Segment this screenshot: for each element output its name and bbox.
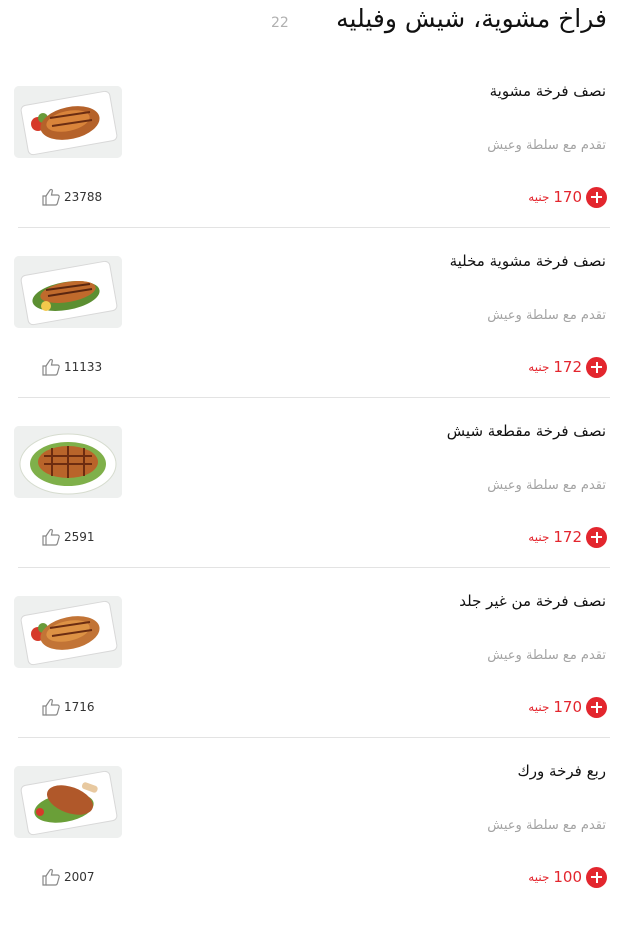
menu-item[interactable]: نصف فرخة مقطعة شيش تقدم مع سلطة وعيش 172… [0, 422, 625, 596]
currency-label: جنيه [528, 190, 550, 204]
section-header: فراخ مشوية، شيش وفيليه 22 [0, 0, 625, 60]
like-count: 2591 [64, 530, 95, 544]
menu-item[interactable]: نصف فرخة مشوية مخلية تقدم مع سلطة وعيش 1… [0, 252, 625, 426]
like-button[interactable]: 2591 [41, 528, 95, 546]
add-to-cart-button[interactable]: 100 جنيه [528, 865, 607, 889]
food-photo[interactable] [14, 426, 122, 498]
thumbs-up-icon [42, 528, 60, 546]
add-to-cart-button[interactable]: 172 جنيه [528, 525, 607, 549]
food-photo[interactable] [14, 596, 122, 668]
plus-circle-icon[interactable] [586, 186, 607, 208]
plus-circle-icon[interactable] [586, 356, 607, 378]
item-divider [18, 397, 610, 398]
item-description: تقدم مع سلطة وعيش [487, 478, 606, 493]
like-button[interactable]: 23788 [41, 188, 102, 206]
currency-label: جنيه [528, 360, 550, 374]
like-count: 23788 [64, 190, 103, 204]
food-photo[interactable] [14, 256, 122, 328]
add-to-cart-button[interactable]: 170 جنيه [528, 185, 607, 209]
thumbs-up-icon [42, 188, 60, 206]
thumbs-up-icon [42, 698, 60, 716]
item-name: نصف فرخة مشوية مخلية [449, 252, 606, 270]
plus-circle-icon[interactable] [586, 866, 607, 888]
item-price: 172 [553, 358, 582, 376]
item-divider [18, 567, 610, 568]
item-description: تقدم مع سلطة وعيش [487, 308, 606, 323]
plus-circle-icon[interactable] [586, 696, 607, 718]
item-description: تقدم مع سلطة وعيش [487, 138, 606, 153]
thumbs-up-icon [42, 358, 60, 376]
add-to-cart-button[interactable]: 170 جنيه [528, 695, 607, 719]
menu-item[interactable]: نصف فرخة مشوية تقدم مع سلطة وعيش 170 جني… [0, 82, 625, 256]
item-price: 170 [553, 188, 582, 206]
like-count: 11133 [64, 360, 103, 374]
item-description: تقدم مع سلطة وعيش [487, 818, 606, 833]
item-divider [18, 227, 610, 228]
plus-circle-icon[interactable] [586, 526, 607, 548]
like-count: 2007 [64, 870, 95, 884]
item-name: نصف فرخة مقطعة شيش [446, 422, 606, 440]
thumbs-up-icon [42, 868, 60, 886]
item-description: تقدم مع سلطة وعيش [487, 648, 606, 663]
section-title: فراخ مشوية، شيش وفيليه [336, 4, 607, 33]
item-price: 100 [553, 868, 582, 886]
food-photo[interactable] [14, 766, 122, 838]
like-button[interactable]: 1716 [41, 698, 95, 716]
item-price: 170 [553, 698, 582, 716]
item-name: نصف فرخة مشوية [489, 82, 606, 100]
like-count: 1716 [64, 700, 95, 714]
item-name: نصف فرخة من غير جلد [459, 592, 606, 610]
item-price: 172 [553, 528, 582, 546]
like-button[interactable]: 11133 [41, 358, 102, 376]
like-button[interactable]: 2007 [41, 868, 95, 886]
menu-item[interactable]: ربع فرخة ورك تقدم مع سلطة وعيش 100 جنيه … [0, 762, 625, 936]
currency-label: جنيه [528, 700, 550, 714]
item-name: ربع فرخة ورك [517, 762, 606, 780]
section-item-count: 22 [271, 15, 289, 31]
currency-label: جنيه [528, 870, 550, 884]
menu-item[interactable]: نصف فرخة من غير جلد تقدم مع سلطة وعيش 17… [0, 592, 625, 766]
currency-label: جنيه [528, 530, 550, 544]
add-to-cart-button[interactable]: 172 جنيه [528, 355, 607, 379]
food-photo[interactable] [14, 86, 122, 158]
item-divider [18, 737, 610, 738]
